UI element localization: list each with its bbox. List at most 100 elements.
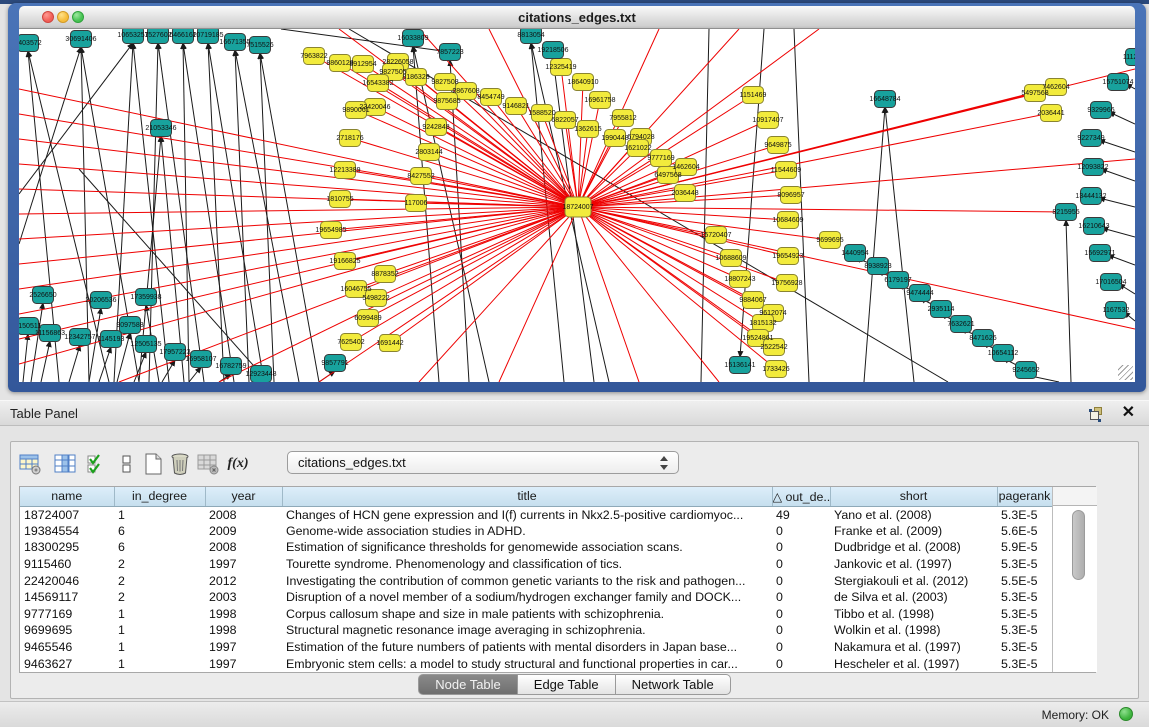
table-cell[interactable]: Genome-wide association studies in ADHD. (282, 523, 772, 540)
table-row[interactable]: 969969511998Structural magnetic resonanc… (20, 622, 1052, 639)
table-cell[interactable]: 2008 (205, 539, 282, 556)
table-cell[interactable]: 9463627 (20, 655, 114, 672)
table-cell[interactable]: 1 (114, 655, 205, 672)
vertical-scrollbar-thumb[interactable] (1072, 510, 1085, 580)
table-cell[interactable]: 1 (114, 639, 205, 656)
table-cell[interactable]: 1 (114, 606, 205, 623)
table-cell[interactable]: 0 (772, 606, 830, 623)
table-cell[interactable]: Stergiakouli et al. (2012) (830, 572, 997, 589)
table-cell[interactable]: 1 (114, 622, 205, 639)
table-cell[interactable]: 5.3E-5 (997, 622, 1052, 639)
table-cell[interactable]: 5.3E-5 (997, 639, 1052, 656)
table-cell[interactable]: 1998 (205, 622, 282, 639)
table-row[interactable]: 1456911722003Disruption of a novel membe… (20, 589, 1052, 606)
column-header-short[interactable]: short (830, 487, 997, 506)
table-cell[interactable]: 19384554 (20, 523, 114, 540)
table-cell[interactable]: 2 (114, 572, 205, 589)
table-cell[interactable]: 0 (772, 622, 830, 639)
table-row[interactable]: 1830029562008Estimation of significance … (20, 539, 1052, 556)
table-cell[interactable]: Wolkin et al. (1998) (830, 622, 997, 639)
table-settings-icon[interactable] (16, 450, 44, 477)
table-cell[interactable]: de Silva et al. (2003) (830, 589, 997, 606)
table-cell[interactable]: Embryonic stem cells: a model to study s… (282, 655, 772, 672)
table-cell[interactable]: 5.3E-5 (997, 556, 1052, 573)
table-cell[interactable]: 6 (114, 539, 205, 556)
column-header-pagerank[interactable]: pagerank (997, 487, 1052, 506)
table-cell[interactable]: Dudbridge et al. (2008) (830, 539, 997, 556)
table-cell[interactable]: 9465546 (20, 639, 114, 656)
table-cell[interactable]: 5.6E-5 (997, 523, 1052, 540)
table-cell[interactable]: 1997 (205, 655, 282, 672)
table-cell[interactable]: 9115460 (20, 556, 114, 573)
column-header-title[interactable]: title (282, 487, 772, 506)
table-cell[interactable]: Structural magnetic resonance image aver… (282, 622, 772, 639)
table-cell[interactable]: 5.3E-5 (997, 506, 1052, 523)
table-row[interactable]: 946362711997Embryonic stem cells: a mode… (20, 655, 1052, 672)
table-cell[interactable]: 1997 (205, 639, 282, 656)
table-selector-dropdown[interactable]: citations_edges.txt (287, 451, 679, 474)
column-header-year[interactable]: year (205, 487, 282, 506)
memory-status-indicator[interactable] (1119, 707, 1133, 721)
table-cell[interactable]: Investigating the contribution of common… (282, 572, 772, 589)
column-header-name[interactable]: name (20, 487, 114, 506)
network-canvas[interactable]: 1872400779638228860128891295428226058982… (19, 29, 1135, 382)
table-cell[interactable]: 2 (114, 556, 205, 573)
row-height-icon[interactable] (113, 450, 141, 477)
table-cell[interactable]: 0 (772, 556, 830, 573)
table-cell[interactable]: Changes of HCN gene expression and I(f) … (282, 506, 772, 523)
table-cell[interactable]: Jankovic et al. (1997) (830, 556, 997, 573)
table-cell[interactable]: 2009 (205, 523, 282, 540)
table-row[interactable]: 1872400712008Changes of HCN gene express… (20, 506, 1052, 523)
table-cell[interactable]: 2003 (205, 589, 282, 606)
table-cell[interactable]: 2 (114, 589, 205, 606)
select-attributes-icon[interactable] (83, 450, 111, 477)
table-row[interactable]: 2242004622012Investigating the contribut… (20, 572, 1052, 589)
table-cell[interactable]: 1997 (205, 556, 282, 573)
table-cell[interactable]: Tibbo et al. (1998) (830, 606, 997, 623)
function-builder-icon[interactable]: f(x) (224, 450, 252, 477)
new-table-icon[interactable] (139, 450, 167, 477)
table-cell[interactable]: Tourette syndrome. Phenomenology and cla… (282, 556, 772, 573)
table-cell[interactable]: 0 (772, 523, 830, 540)
table-cell[interactable]: 1 (114, 506, 205, 523)
table-cell[interactable]: Franke et al. (2009) (830, 523, 997, 540)
table-cell[interactable]: Estimation of significance thresholds fo… (282, 539, 772, 556)
delete-table-icon[interactable] (166, 450, 194, 477)
table-cell[interactable]: 18300295 (20, 539, 114, 556)
tab-node-table[interactable]: Node Table (418, 674, 518, 695)
table-cell[interactable]: Yano et al. (2008) (830, 506, 997, 523)
table-cell[interactable]: 0 (772, 639, 830, 656)
table-row[interactable]: 946554611997Estimation of the future num… (20, 639, 1052, 656)
window-resize-grip[interactable] (1118, 365, 1133, 380)
float-panel-icon[interactable] (1089, 406, 1105, 422)
table-cell[interactable]: Disruption of a novel member of a sodium… (282, 589, 772, 606)
table-cell[interactable]: 1998 (205, 606, 282, 623)
table-row[interactable]: 911546021997Tourette syndrome. Phenomeno… (20, 556, 1052, 573)
table-cell[interactable]: 18724007 (20, 506, 114, 523)
tab-network-table[interactable]: Network Table (616, 674, 731, 695)
column-header-out_de[interactable]: △ out_de... (772, 487, 830, 506)
table-row[interactable]: 1938455462009Genome-wide association stu… (20, 523, 1052, 540)
table-cell[interactable]: 0 (772, 589, 830, 606)
table-cell[interactable]: Corpus callosum shape and size in male p… (282, 606, 772, 623)
table-cell[interactable]: 0 (772, 655, 830, 672)
table-cell[interactable]: 9699695 (20, 622, 114, 639)
table-cell[interactable]: 5.5E-5 (997, 572, 1052, 589)
table-cell[interactable]: 2012 (205, 572, 282, 589)
table-cell[interactable]: 9777169 (20, 606, 114, 623)
table-cell[interactable]: 14569117 (20, 589, 114, 606)
table-cell[interactable]: Estimation of the future numbers of pati… (282, 639, 772, 656)
table-cell[interactable]: Hescheler et al. (1997) (830, 655, 997, 672)
close-panel-icon[interactable]: ✕ (1122, 404, 1135, 422)
table-row[interactable]: 977716911998Corpus callosum shape and si… (20, 606, 1052, 623)
network-window-titlebar[interactable]: citations_edges.txt (19, 6, 1135, 29)
tab-edge-table[interactable]: Edge Table (518, 674, 616, 695)
select-columns-icon[interactable] (51, 450, 79, 477)
table-cell[interactable]: 2008 (205, 506, 282, 523)
table-cell[interactable]: 0 (772, 539, 830, 556)
table-cell[interactable]: 0 (772, 572, 830, 589)
table-cell[interactable]: 5.9E-5 (997, 539, 1052, 556)
table-cell[interactable]: 6 (114, 523, 205, 540)
table-cell[interactable]: 5.3E-5 (997, 589, 1052, 606)
table-cell[interactable]: Nakamura et al. (1997) (830, 639, 997, 656)
